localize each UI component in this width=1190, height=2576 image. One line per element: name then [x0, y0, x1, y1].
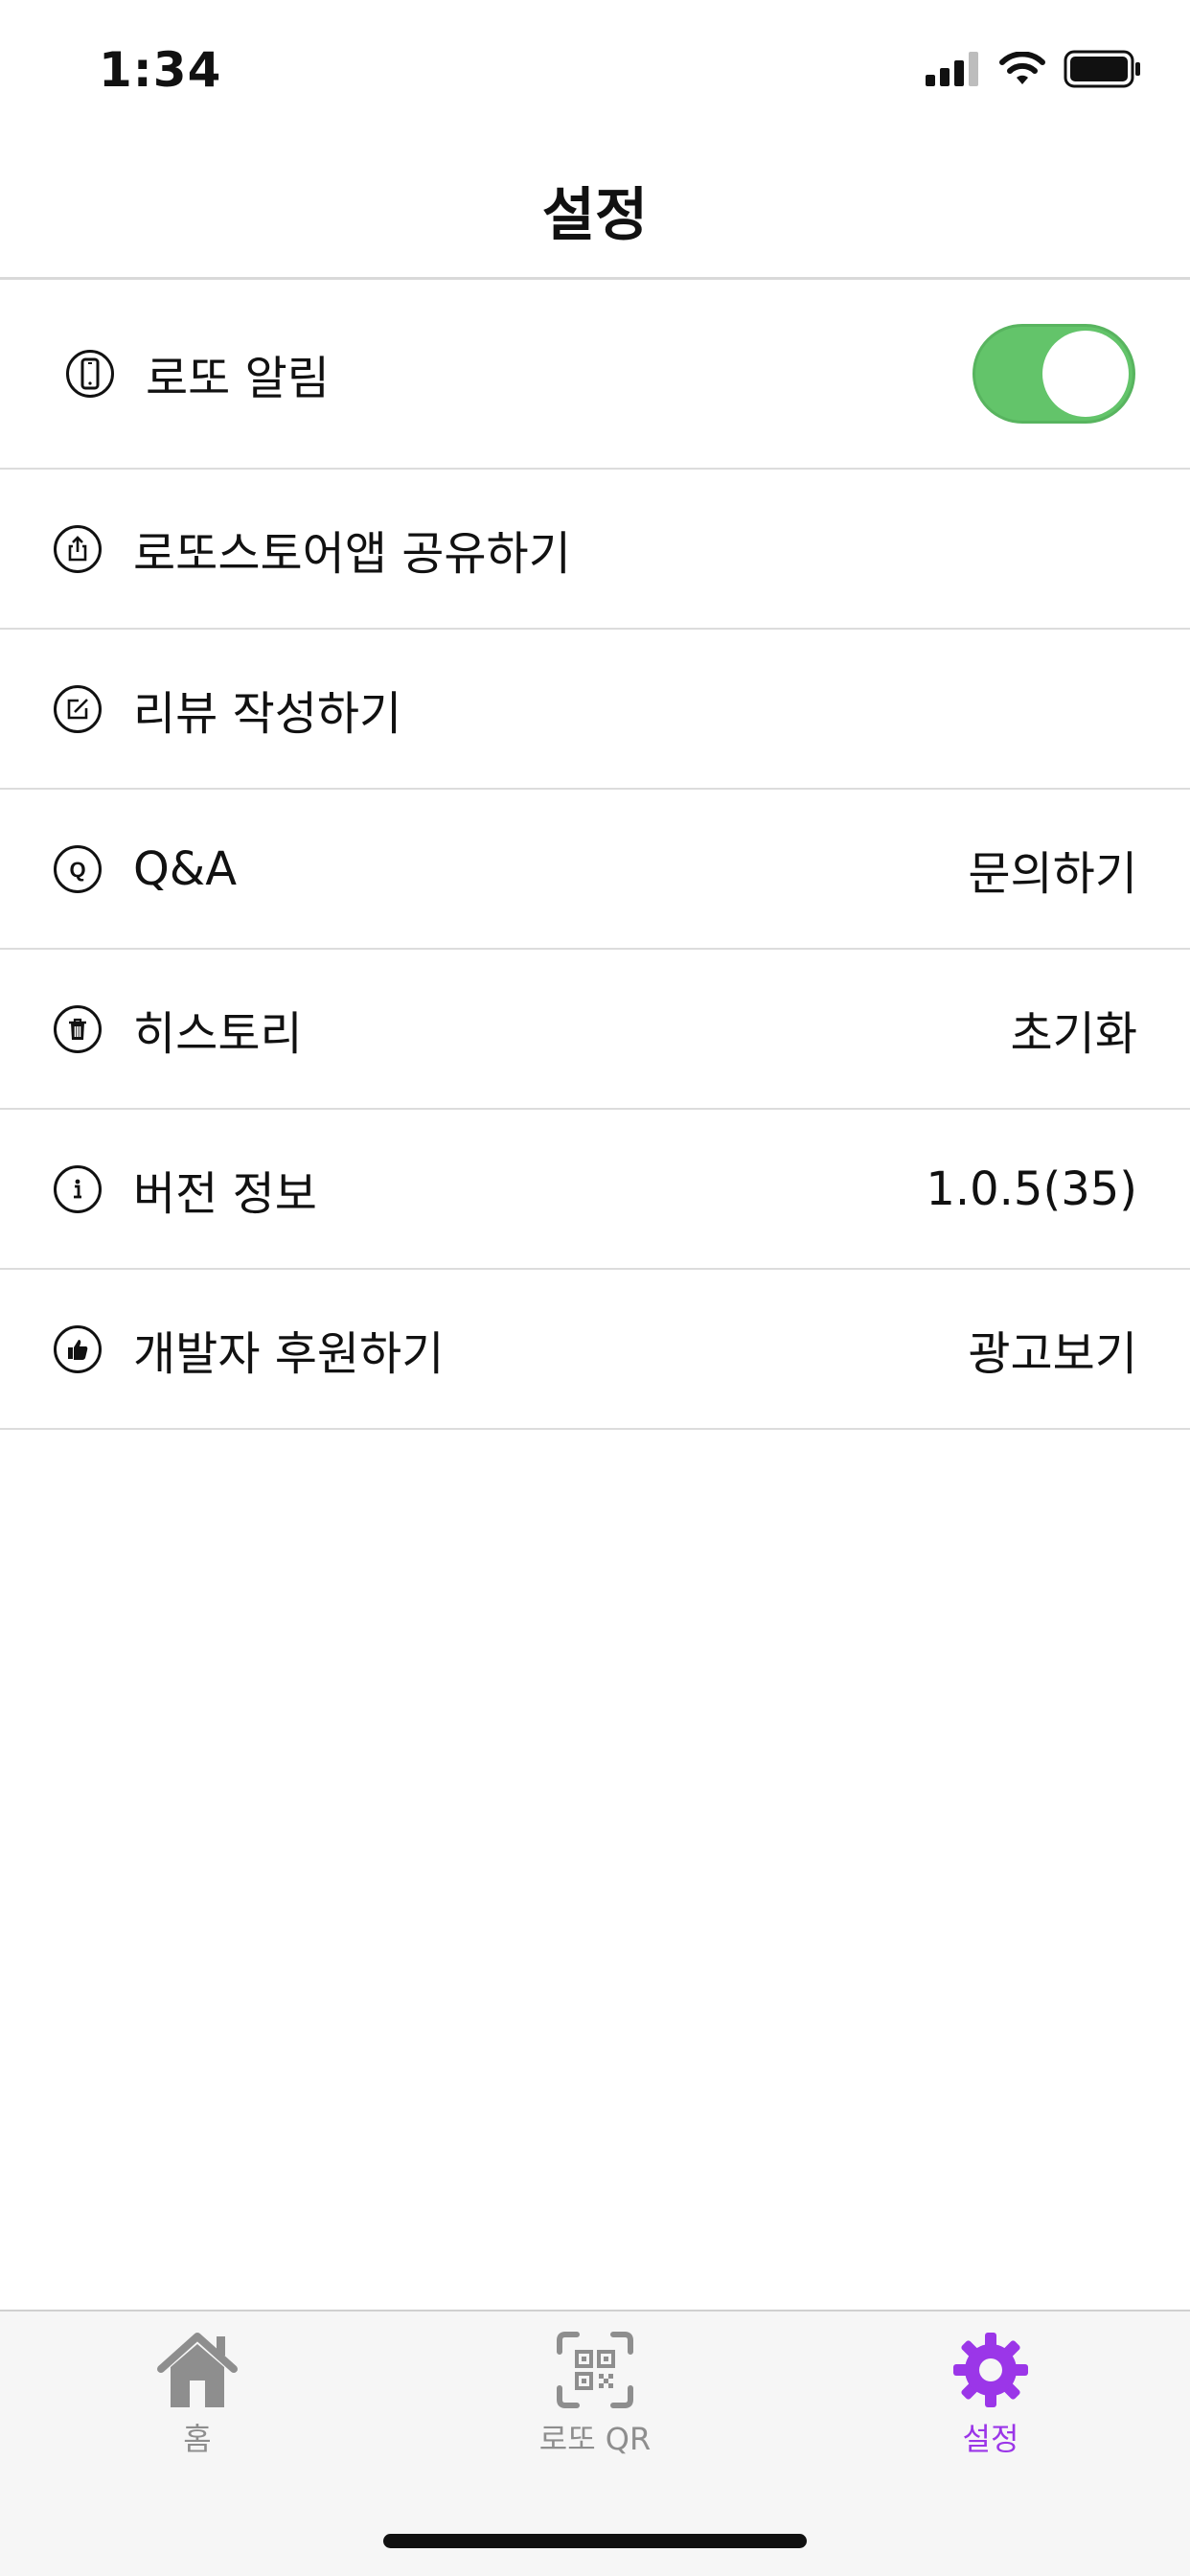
settings-row-lotto-alarm: 로또 알림 — [0, 280, 1190, 470]
row-label: 리뷰 작성하기 — [133, 686, 402, 741]
tab-lotto-qr[interactable]: 로또 QR — [470, 2331, 720, 2459]
row-label: 히스토리 — [133, 1006, 303, 1061]
trash-icon — [54, 1004, 102, 1053]
toggle-knob — [1042, 331, 1129, 417]
tab-label: 설정 — [962, 2421, 1019, 2457]
share-icon — [54, 524, 102, 573]
phone-icon — [66, 350, 114, 398]
row-label: Q&A — [133, 841, 238, 896]
battery-icon — [1064, 50, 1140, 88]
cellular-signal-icon — [926, 52, 978, 86]
settings-row-version: 버전 정보 1.0.5(35) — [0, 1110, 1190, 1270]
status-bar: 1:34 — [0, 0, 1190, 144]
thumbs-up-icon — [54, 1324, 102, 1373]
page-title: 설정 — [541, 182, 649, 249]
settings-row-history[interactable]: 히스토리 초기화 — [0, 950, 1190, 1110]
settings-row-qna[interactable]: Q Q&A 문의하기 — [0, 790, 1190, 950]
watch-ad-button[interactable]: 광고보기 — [968, 1316, 1137, 1383]
svg-text:Q: Q — [69, 858, 85, 882]
qr-scan-icon — [557, 2332, 633, 2408]
nav-bar: 설정 — [0, 144, 1190, 280]
home-icon — [157, 2333, 238, 2407]
settings-row-share-app[interactable]: 로또스토어앱 공유하기 — [0, 470, 1190, 630]
settings-row-write-review[interactable]: 리뷰 작성하기 — [0, 630, 1190, 790]
row-label: 로또 알림 — [146, 352, 330, 405]
tab-home[interactable]: 홈 — [73, 2331, 322, 2459]
row-label: 개발자 후원하기 — [133, 1326, 445, 1381]
info-icon — [54, 1164, 102, 1213]
q-icon: Q — [54, 844, 102, 893]
inquiry-link[interactable]: 문의하기 — [968, 836, 1137, 903]
version-value: 1.0.5(35) — [926, 1162, 1137, 1216]
row-label: 버전 정보 — [133, 1166, 317, 1221]
reset-history-button[interactable]: 초기화 — [1011, 996, 1137, 1063]
tab-settings[interactable]: 설정 — [866, 2331, 1115, 2459]
settings-list: 로또 알림 로또스토어앱 공유하기 리뷰 작성하기 Q Q&A 문의하기 히스토… — [0, 280, 1190, 1430]
status-icons — [926, 50, 1142, 88]
edit-icon — [54, 684, 102, 733]
lotto-alarm-toggle[interactable] — [973, 324, 1135, 424]
row-label: 로또스토어앱 공유하기 — [133, 526, 571, 581]
gear-icon — [953, 2333, 1028, 2407]
tab-label: 홈 — [183, 2421, 212, 2457]
wifi-icon — [999, 52, 1045, 84]
settings-row-support-developer[interactable]: 개발자 후원하기 광고보기 — [0, 1270, 1190, 1430]
tab-label: 로또 QR — [538, 2421, 652, 2457]
home-indicator — [383, 2534, 807, 2548]
status-time: 1:34 — [99, 42, 222, 98]
